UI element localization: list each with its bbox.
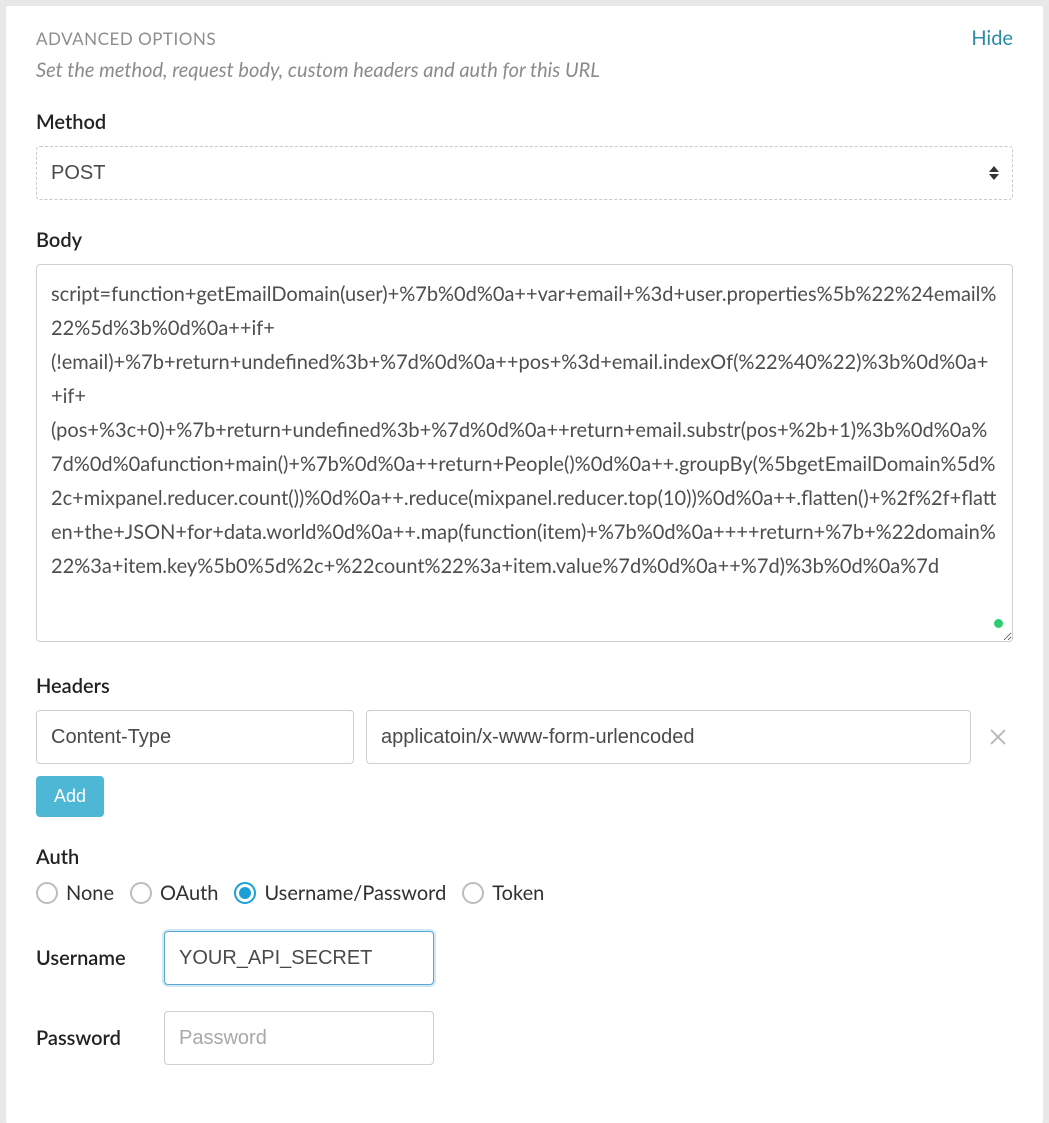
hide-link[interactable]: Hide [971,26,1013,50]
advanced-options-panel: ADVANCED OPTIONS Hide Set the method, re… [6,6,1043,1123]
body-textarea[interactable]: script=function+getEmailDomain(user)+%7b… [36,264,1013,642]
add-header-button[interactable]: Add [36,776,104,817]
headers-label: Headers [36,674,1013,698]
password-label: Password [36,1026,146,1050]
auth-label: Auth [36,845,1013,869]
username-label: Username [36,946,146,970]
auth-option-none[interactable]: None [36,881,114,905]
username-input[interactable] [164,931,434,985]
auth-radio-group: None OAuth Username/Password Token [36,881,1013,905]
section-subtitle: Set the method, request body, custom hea… [36,58,1013,82]
auth-field: Auth None OAuth Username/Password Token … [36,845,1013,1065]
section-title: ADVANCED OPTIONS [36,28,216,49]
header-value-input[interactable] [366,710,971,764]
radio-icon [36,882,58,904]
header-key-input[interactable] [36,710,354,764]
body-field: Body script=function+getEmailDomain(user… [36,228,1013,646]
header-row [36,710,1013,764]
headers-field: Headers Add [36,674,1013,817]
radio-icon [234,882,256,904]
radio-label: OAuth [160,881,218,905]
auth-option-username-password[interactable]: Username/Password [234,881,446,905]
auth-option-token[interactable]: Token [462,881,544,905]
method-select[interactable]: POST [36,146,1013,200]
remove-header-icon[interactable] [983,722,1013,752]
method-label: Method [36,110,1013,134]
radio-icon [462,882,484,904]
auth-option-oauth[interactable]: OAuth [130,881,218,905]
radio-label: Username/Password [264,881,446,905]
radio-label: None [66,881,114,905]
password-input[interactable] [164,1011,434,1065]
body-label: Body [36,228,1013,252]
radio-icon [130,882,152,904]
status-dot-icon [994,619,1003,628]
radio-label: Token [492,881,544,905]
method-field: Method POST [36,110,1013,200]
